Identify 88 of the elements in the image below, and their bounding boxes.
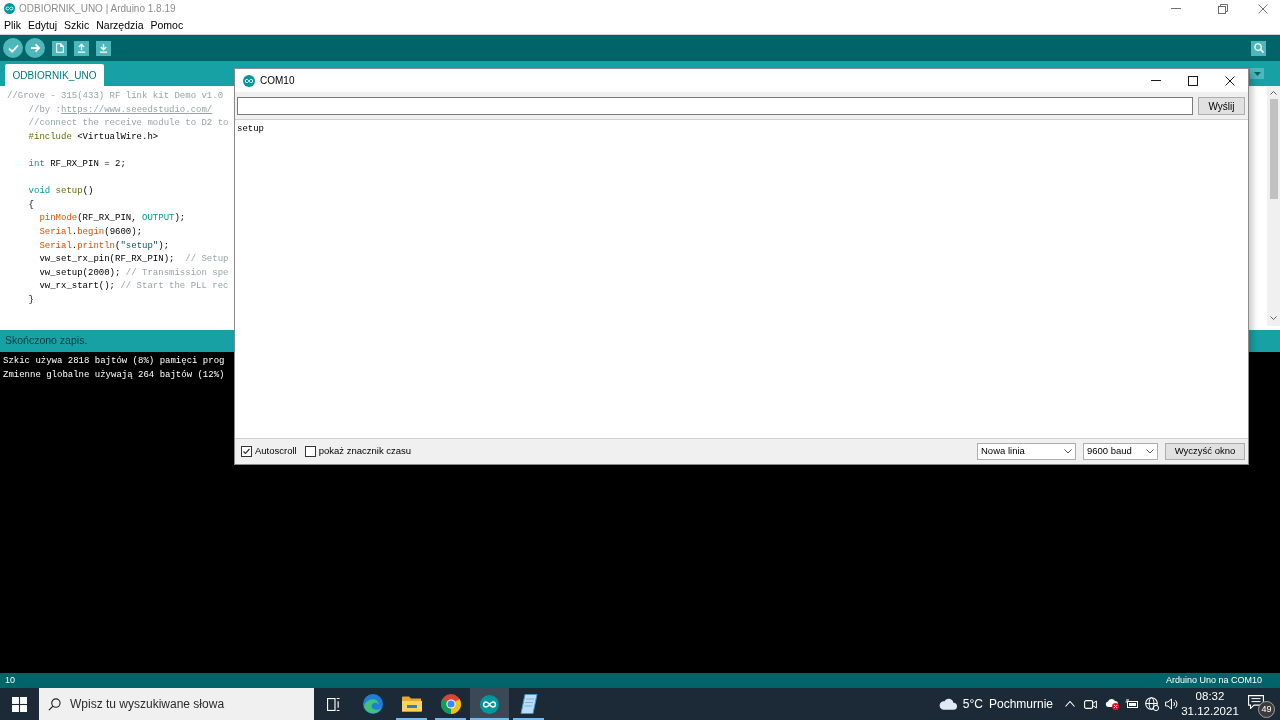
- verify-button[interactable]: [3, 38, 23, 58]
- status-message: Skończono zapis.: [5, 333, 88, 349]
- file-icon: [55, 43, 64, 53]
- checkbox[interactable]: [304, 446, 316, 457]
- windows-logo-icon: [12, 696, 27, 712]
- task-view-icon: [327, 697, 340, 711]
- serial-monitor-button[interactable]: [1251, 40, 1266, 56]
- search-icon: [1253, 43, 1264, 53]
- triangle-down-icon: [1253, 71, 1261, 76]
- search-field[interactable]: Wpisz tu wyszukiwane słowa: [39, 688, 314, 720]
- menu-item[interactable]: Pomoc: [150, 20, 184, 31]
- console-line: Szkic używa 2818 bajtów (8%) pamięci prog: [3, 355, 225, 368]
- menu-item[interactable]: Plik: [4, 20, 21, 31]
- chevron-down-icon: [1064, 449, 1072, 454]
- chevron-up-icon: [1270, 91, 1277, 95]
- clock-date: 31.12.2021: [1181, 704, 1239, 719]
- menu-item[interactable]: Szkic: [64, 20, 90, 31]
- checkbox-label: Autoscroll: [255, 444, 297, 459]
- menu-item[interactable]: Edytuj: [27, 20, 58, 31]
- close-icon: [1258, 3, 1268, 14]
- scrollbar-thumb[interactable]: [1269, 99, 1278, 199]
- speaker-icon: [1165, 698, 1178, 710]
- clear-output-button[interactable]: Wyczyść okno: [1165, 443, 1245, 460]
- editor-tab[interactable]: ODBIORNIK_UNO: [5, 64, 104, 86]
- board-info: Arduino Uno na COM10: [1165, 673, 1262, 687]
- infinity-logo-icon: [480, 694, 499, 714]
- battery-icon: [1125, 699, 1139, 709]
- save-button[interactable]: [96, 40, 111, 56]
- show-hidden-icons-button[interactable]: [1065, 701, 1075, 707]
- baud-rate-select[interactable]: 9600 baud: [1083, 443, 1158, 460]
- weather-temperature: 5°C: [962, 696, 983, 713]
- code-line: {: [27, 198, 34, 212]
- weather-condition: Pochmurnie: [988, 696, 1053, 713]
- search-icon: [48, 698, 61, 711]
- open-button[interactable]: [74, 40, 89, 56]
- cloud-icon: [938, 698, 957, 710]
- notepad-icon: [519, 694, 538, 714]
- chevron-down-icon: [1270, 316, 1277, 320]
- arrow-right-icon: [29, 43, 41, 53]
- code-line: #include <VirtualWire.h>: [27, 130, 159, 144]
- clock-time: 08:32: [1195, 689, 1225, 704]
- new-sketch-button[interactable]: [52, 40, 67, 56]
- minimize-icon: [1150, 80, 1161, 81]
- swirl-icon: [362, 694, 383, 714]
- checkbox[interactable]: [241, 446, 252, 457]
- notification-badge: 49: [1258, 701, 1275, 718]
- close-icon: [1224, 75, 1235, 86]
- video-camera-icon: [1084, 699, 1097, 709]
- chevron-down-icon: [1146, 449, 1154, 454]
- taskbar-app-button[interactable]: [470, 688, 509, 720]
- app-logo-icon: [243, 74, 255, 87]
- tab-menu-button[interactable]: [1250, 68, 1264, 79]
- checkbox-label: pokaż znacznik czasu: [318, 444, 412, 459]
- globe-icon: [1145, 697, 1159, 711]
- chevron-up-icon: [1065, 701, 1075, 707]
- upload-button[interactable]: [25, 38, 45, 58]
- code-line: vw_rx_start(); // Start the PLL rec: [38, 280, 229, 294]
- check-icon: [7, 43, 19, 53]
- code-line: Serial.println("setup");: [38, 239, 170, 253]
- code-line: pinMode(RF_RX_PIN, OUTPUT);: [38, 212, 186, 226]
- console-line: Zmienne globalne używają 264 bajtów (12%): [3, 368, 225, 382]
- code-line: //connect the receive module to D2 to: [27, 117, 229, 131]
- app-logo-icon: [4, 3, 15, 14]
- cloud-error-icon: [1105, 698, 1119, 710]
- minimize-icon: [1170, 8, 1181, 9]
- menu-item[interactable]: Narzędzia: [96, 20, 144, 31]
- code-line: //Grove - 315(433) RF link kit Demo v1.0: [7, 90, 224, 103]
- code-line: vw_set_rx_pin(RF_RX_PIN); // Setup: [38, 253, 229, 267]
- code-line: }: [27, 293, 34, 307]
- color-wheel-icon: [440, 694, 461, 714]
- code-line: //by :https://www.seeedstudio.com/: [27, 103, 213, 117]
- line-ending-select[interactable]: Nowa linia: [977, 443, 1076, 460]
- maximize-icon: [1187, 75, 1198, 86]
- code-line: int RF_RX_PIN = 2;: [27, 157, 126, 171]
- folder-icon: [401, 696, 422, 712]
- message-input[interactable]: [237, 97, 1193, 115]
- window-title: ODBIORNIK_UNO | Arduino 1.8.19: [19, 2, 176, 16]
- code-line: vw_setup(2000); // Transmission spe: [38, 266, 229, 280]
- window-title: COM10: [260, 74, 295, 88]
- scrollbar[interactable]: [1267, 86, 1280, 326]
- code-line: Serial.begin(9600);: [38, 225, 143, 239]
- code-line: void setup(): [27, 185, 94, 199]
- output-line: setup: [237, 123, 264, 136]
- arrow-up-icon: [77, 43, 86, 53]
- line-number: 10: [5, 673, 15, 687]
- restore-icon: [1217, 3, 1228, 14]
- send-button[interactable]: Wyślij: [1198, 97, 1245, 115]
- arrow-down-icon: [99, 43, 108, 53]
